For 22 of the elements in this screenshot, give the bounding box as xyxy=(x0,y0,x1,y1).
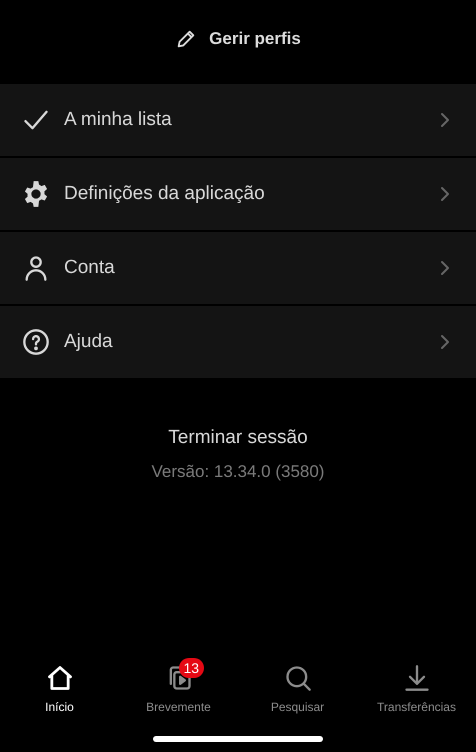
sign-out-link[interactable]: Terminar sessão xyxy=(168,424,308,452)
manage-profiles-button[interactable]: Gerir perfis xyxy=(0,1,476,77)
chevron-right-icon xyxy=(440,112,450,128)
chevron-right-icon xyxy=(440,334,450,350)
menu-item[interactable]: Conta xyxy=(0,232,476,304)
version-text: Versão: 13.34.0 (3580) xyxy=(152,460,324,482)
home-icon xyxy=(46,664,74,692)
help-icon xyxy=(22,328,50,356)
menu-item[interactable]: Definições da aplicação xyxy=(0,158,476,230)
chevron-right-icon xyxy=(440,186,450,202)
tab-bar-item[interactable]: 13 Brevemente xyxy=(119,656,238,716)
menu-item[interactable]: A minha lista xyxy=(0,84,476,156)
download-icon xyxy=(402,664,430,692)
chevron-right-icon xyxy=(440,260,450,276)
search-icon xyxy=(284,664,312,692)
notification-badge: 13 xyxy=(178,658,204,678)
settings-icon xyxy=(22,180,50,208)
tab-bar-item[interactable]: Pesquisar xyxy=(238,656,357,716)
tab-bar-item[interactable]: Transferências xyxy=(357,656,476,716)
pencil-icon xyxy=(175,28,198,50)
tab-bar-item[interactable]: Início xyxy=(0,656,119,716)
menu-item[interactable]: Ajuda xyxy=(0,306,476,378)
